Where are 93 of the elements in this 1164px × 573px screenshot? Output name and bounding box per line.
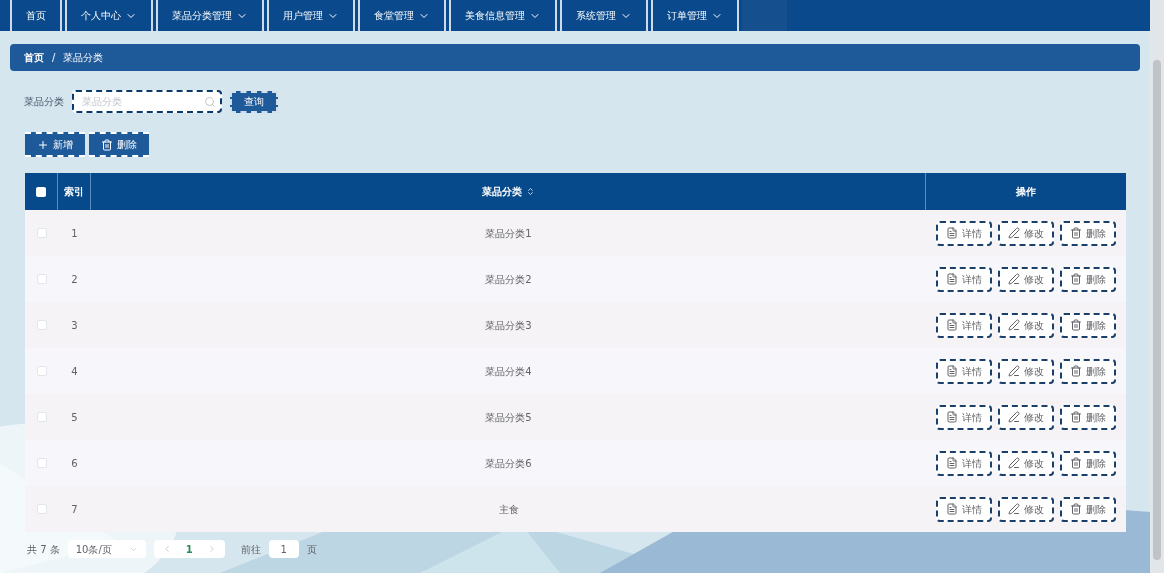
trash-icon (101, 138, 113, 151)
goto-label: 前往 (240, 542, 261, 557)
pen-icon (1008, 227, 1020, 239)
search-label: 菜品分类 (24, 95, 64, 109)
document-icon (946, 273, 958, 285)
nav-item[interactable]: 食堂管理 (358, 0, 446, 31)
table-cell-text: 菜品分类3 (485, 318, 532, 333)
checkbox[interactable] (36, 186, 46, 197)
column-header: 操作 (1016, 185, 1036, 199)
trash-icon (1070, 227, 1082, 239)
table-cell-text: 6 (71, 456, 78, 471)
table-cell-text: 主食 (498, 502, 519, 517)
column-header[interactable]: 菜品分类 (481, 184, 522, 199)
breadcrumb-item[interactable]: 首页 (24, 50, 44, 65)
breadcrumb-item: / (52, 51, 56, 65)
table-cell-text: 菜品分类5 (485, 410, 532, 425)
page-size-select[interactable]: 10条/页 (67, 540, 146, 558)
delete-button[interactable]: 删除 (1060, 496, 1116, 522)
document-icon (946, 319, 958, 331)
edit-button[interactable]: 修改 (998, 266, 1054, 292)
table-cell-text: 菜品分类2 (485, 272, 532, 287)
table-cell-text: 菜品分类1 (485, 226, 532, 241)
search-icon (204, 96, 216, 108)
query-button[interactable]: 查询 (230, 90, 278, 113)
document-icon (946, 411, 958, 423)
detail-button[interactable]: 详情 (936, 450, 992, 476)
edit-button[interactable]: 修改 (998, 220, 1054, 246)
document-icon (946, 503, 958, 515)
edit-button[interactable]: 修改 (998, 450, 1054, 476)
nav-item[interactable]: 菜品分类管理 (156, 0, 264, 31)
pen-icon (1008, 503, 1020, 515)
add-button[interactable]: 新增 (25, 132, 85, 157)
delete-button[interactable]: 删除 (1060, 450, 1116, 476)
page-number[interactable]: 1 (185, 541, 193, 557)
goto-page-field[interactable]: 1 (268, 540, 299, 558)
trash-icon (1070, 319, 1082, 331)
table-cell-text: 菜品分类6 (485, 456, 532, 471)
trash-icon (1070, 273, 1082, 285)
document-icon (946, 365, 958, 377)
total-count: 共 7 条 (27, 542, 60, 557)
detail-button[interactable]: 详情 (936, 266, 992, 292)
checkbox[interactable] (36, 412, 47, 422)
checkbox[interactable] (36, 458, 47, 468)
nav-item[interactable]: 个人中心 (65, 0, 153, 31)
plus-icon (37, 138, 49, 151)
checkbox[interactable] (36, 274, 47, 284)
checkbox[interactable] (36, 504, 47, 514)
table-cell-text: 菜品分类4 (485, 364, 532, 379)
detail-button[interactable]: 详情 (936, 496, 992, 522)
delete-button[interactable]: 删除 (1060, 404, 1116, 430)
goto-suffix: 页 (306, 542, 317, 557)
checkbox[interactable] (36, 366, 47, 376)
checkbox[interactable] (36, 228, 47, 238)
detail-button[interactable]: 详情 (936, 358, 992, 384)
table-cell-text: 2 (71, 272, 78, 287)
detail-button[interactable]: 详情 (936, 220, 992, 246)
nav-item[interactable]: 首页 (10, 0, 62, 31)
table-cell-text: 7 (71, 502, 78, 517)
breadcrumb-item: 菜品分类 (63, 51, 104, 65)
delete-button[interactable]: 删除 (1060, 358, 1116, 384)
table-cell-text: 3 (71, 318, 78, 333)
column-header: 索引 (64, 185, 84, 199)
edit-button[interactable]: 修改 (998, 312, 1054, 338)
table-cell-text: 4 (71, 364, 78, 379)
nav-item[interactable]: 订单管理 (651, 0, 739, 31)
document-icon (946, 227, 958, 239)
nav-item[interactable]: 用户管理 (267, 0, 355, 31)
sort-icon[interactable] (525, 187, 535, 196)
delete-button[interactable]: 删除 (1060, 266, 1116, 292)
scrollbar-thumb[interactable] (1153, 60, 1161, 560)
delete-button[interactable]: 删除 (1060, 312, 1116, 338)
pen-icon (1008, 411, 1020, 423)
nav-item[interactable]: 美食信息管理 (449, 0, 557, 31)
pen-icon (1008, 457, 1020, 469)
trash-icon (1070, 503, 1082, 515)
trash-icon (1070, 411, 1082, 423)
edit-button[interactable]: 修改 (998, 404, 1054, 430)
delete-button[interactable]: 删除 (89, 132, 149, 157)
delete-button[interactable]: 删除 (1060, 220, 1116, 246)
edit-button[interactable]: 修改 (998, 358, 1054, 384)
detail-button[interactable]: 详情 (936, 404, 992, 430)
edit-button[interactable]: 修改 (998, 496, 1054, 522)
pen-icon (1008, 273, 1020, 285)
checkbox[interactable] (36, 320, 47, 330)
table-cell-text: 1 (71, 226, 78, 241)
pen-icon (1008, 365, 1020, 377)
document-icon (946, 457, 958, 469)
trash-icon (1070, 365, 1082, 377)
table-cell-text: 5 (71, 410, 78, 425)
trash-icon (1070, 457, 1082, 469)
nav-item[interactable]: 系统管理 (560, 0, 648, 31)
detail-button[interactable]: 详情 (936, 312, 992, 338)
pen-icon (1008, 319, 1020, 331)
